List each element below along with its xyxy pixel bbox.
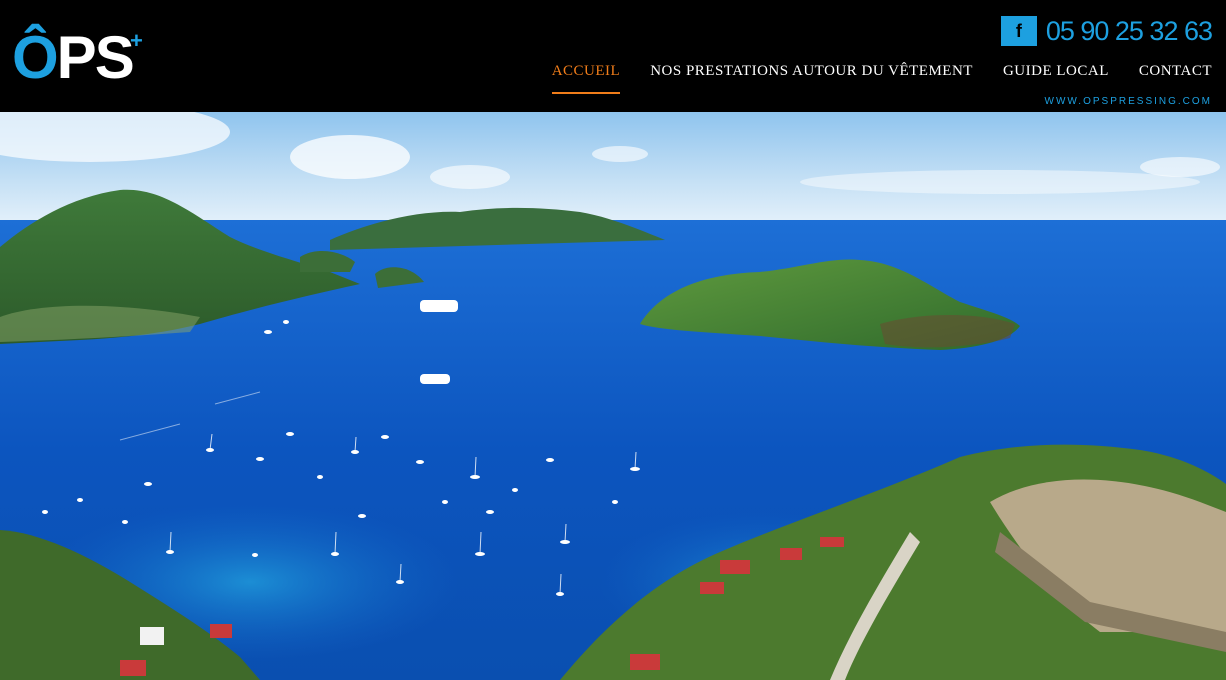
nav-item-accueil[interactable]: ACCUEIL [551, 62, 621, 94]
contact-block: f 05 90 25 32 63 [1000, 15, 1213, 47]
facebook-icon: f [1015, 20, 1022, 41]
nav-item-prestations[interactable]: NOS PRESTATIONS AUTOUR DU VÊTEMENT [650, 62, 973, 94]
phone-number[interactable]: 05 90 25 32 63 [1046, 16, 1213, 47]
site-header: ÔPS + f 05 90 25 32 63 ACCUEIL NOS PREST… [0, 0, 1226, 112]
panoramic-bay-photo [0, 112, 1226, 680]
main-nav: ACCUEIL NOS PRESTATIONS AUTOUR DU VÊTEME… [522, 62, 1212, 94]
hero-banner [0, 112, 1226, 680]
logo-o-letter: Ô [12, 24, 59, 91]
nav-item-contact[interactable]: CONTACT [1139, 62, 1212, 94]
facebook-button[interactable]: f [1000, 16, 1037, 46]
ops-logo[interactable]: ÔPS + [12, 22, 147, 90]
nav-item-guide-local[interactable]: GUIDE LOCAL [1003, 62, 1109, 94]
logo-text: ÔPS [12, 24, 135, 91]
site-url[interactable]: WWW.OPSPRESSING.COM [1045, 96, 1212, 107]
logo-plus-icon: + [130, 28, 143, 53]
